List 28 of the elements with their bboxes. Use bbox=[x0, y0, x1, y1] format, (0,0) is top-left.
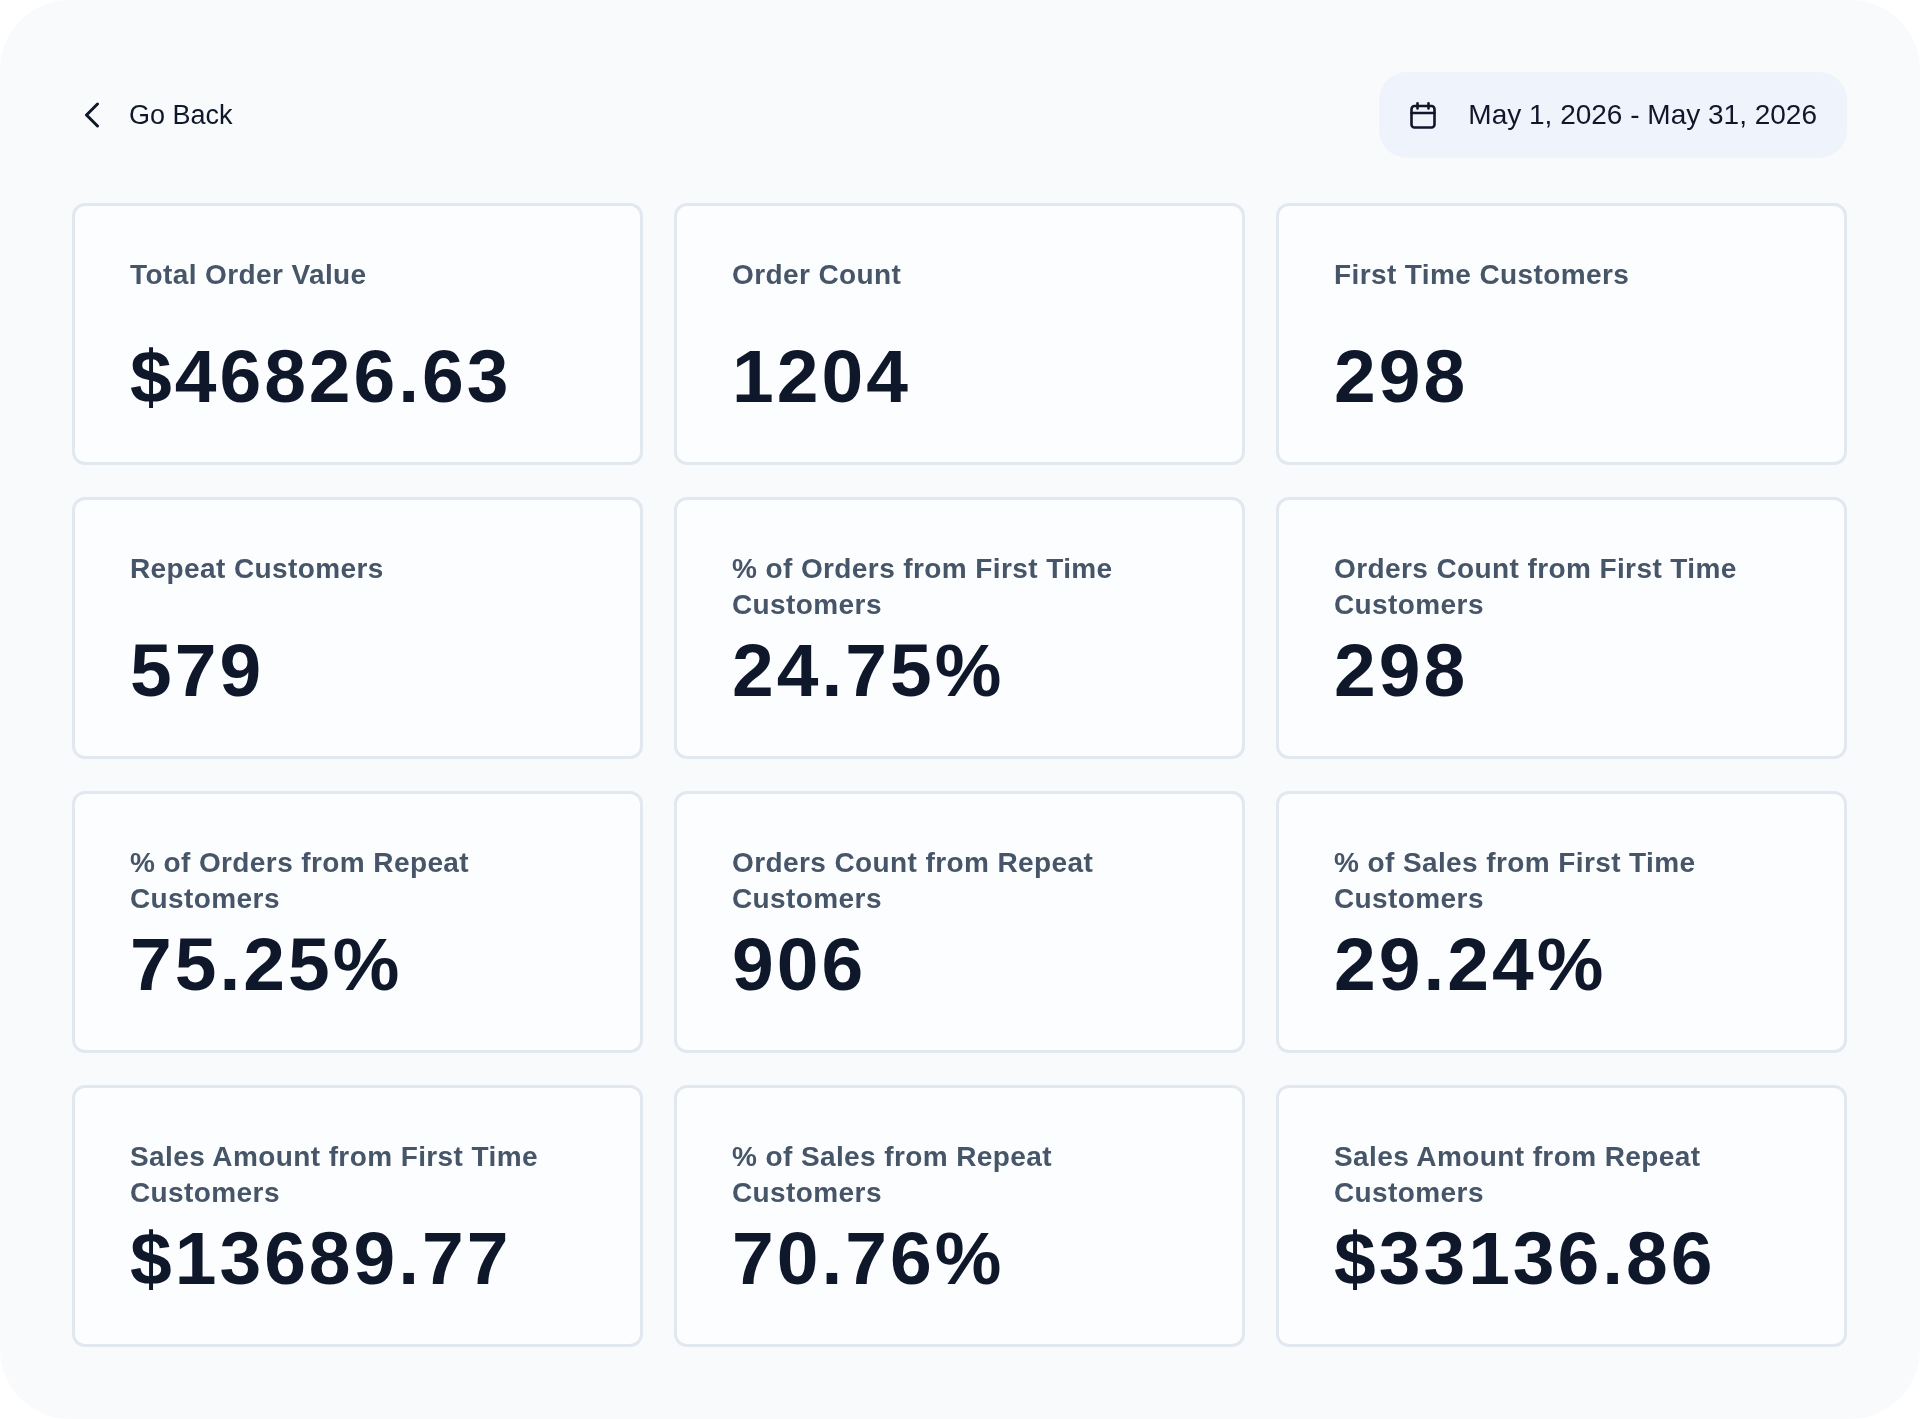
metric-label: % of Orders from First Time Customers bbox=[732, 552, 1114, 622]
metric-value: $33136.86 bbox=[1334, 1221, 1716, 1296]
metric-value: 1204 bbox=[732, 339, 911, 414]
calendar-icon bbox=[1410, 101, 1437, 129]
metric-label: % of Orders from Repeat Customers bbox=[130, 846, 471, 916]
metric-value: $46826.63 bbox=[130, 339, 512, 414]
metric-label: Orders Count from First Time Customers bbox=[1334, 552, 1738, 622]
metric-label: First Time Customers bbox=[1334, 258, 1630, 292]
go-back-button[interactable]: Go Back bbox=[72, 99, 233, 131]
metric-label: % of Sales from Repeat Customers bbox=[732, 1140, 1053, 1210]
metric-value: 298 bbox=[1334, 633, 1469, 708]
metric-value: 906 bbox=[732, 927, 867, 1002]
metric-label: Sales Amount from First Time Customers bbox=[130, 1140, 539, 1210]
metric-value: $13689.77 bbox=[130, 1221, 512, 1296]
metric-label: Repeat Customers bbox=[130, 552, 384, 586]
metric-label: % of Sales from First Time Customers bbox=[1334, 846, 1697, 916]
metric-label: Orders Count from Repeat Customers bbox=[732, 846, 1095, 916]
metric-value: 70.76% bbox=[732, 1221, 1005, 1296]
metric-value: 579 bbox=[130, 633, 265, 708]
metric-value: 29.24% bbox=[1334, 927, 1607, 1002]
chevron-left-icon bbox=[84, 102, 100, 128]
metric-value: 75.25% bbox=[130, 927, 403, 1002]
date-range-button[interactable]: May 1, 2026 - May 31, 2026 bbox=[1379, 72, 1847, 158]
metric-value: 24.75% bbox=[732, 633, 1005, 708]
metric-value: 298 bbox=[1334, 339, 1469, 414]
metric-label: Sales Amount from Repeat Customers bbox=[1334, 1140, 1702, 1210]
metric-label: Total Order Value bbox=[130, 258, 367, 292]
metric-label: Order Count bbox=[732, 258, 902, 292]
